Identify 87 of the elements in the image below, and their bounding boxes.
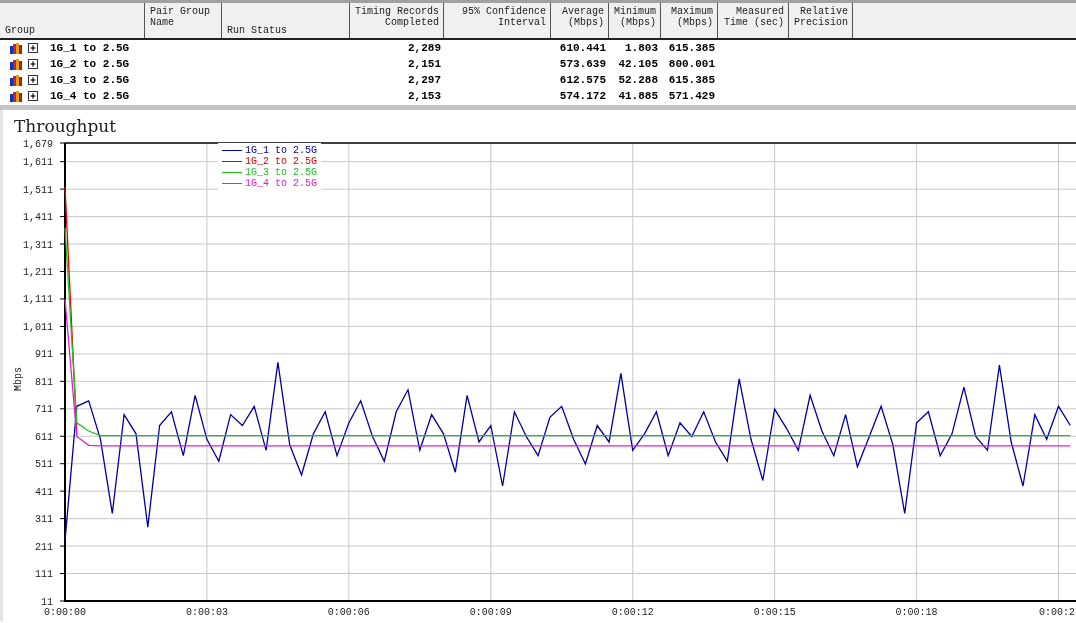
table-cell: 573.639 <box>559 58 606 70</box>
y-tick-label: 511 <box>35 459 53 471</box>
y-tick-label: 1,311 <box>23 239 53 251</box>
y-tick-label: 111 <box>35 569 53 581</box>
table-cell: 800.001 <box>668 58 715 70</box>
y-tick-label: 1,411 <box>23 212 53 224</box>
x-tick-label: 0:00:03 <box>185 607 228 618</box>
column-header[interactable]: Average (Mbps) <box>556 6 604 28</box>
x-tick-label: 0:00:12 <box>611 607 654 618</box>
legend-label: 1G_1 to 2.5G <box>245 145 317 156</box>
table-cell: 52.288 <box>618 74 658 86</box>
table-cell: 612.575 <box>559 74 606 86</box>
table-cell: 42.105 <box>618 58 658 70</box>
table-cell: 615.385 <box>668 42 715 54</box>
y-tick <box>59 161 66 163</box>
column-header[interactable]: Minimum (Mbps) <box>614 6 656 28</box>
y-tick <box>59 408 66 410</box>
y-tick <box>59 271 66 272</box>
y-tick <box>59 325 66 327</box>
x-tick-label: 0:00:09 <box>469 607 512 618</box>
y-tick <box>59 600 66 602</box>
y-tick-label: 1,111 <box>23 294 53 306</box>
y-tick-label: 311 <box>35 514 53 526</box>
y-tick-label: 811 <box>35 376 53 388</box>
column-header[interactable]: Relative Precision <box>794 6 848 28</box>
y-tick <box>59 573 66 575</box>
y-tick <box>59 188 66 190</box>
y-tick <box>59 380 66 382</box>
y-tick <box>59 435 66 437</box>
table-cell: 610.441 <box>559 42 606 54</box>
legend-label: 1G_2 to 2.5G <box>245 156 317 167</box>
y-tick <box>59 518 66 520</box>
table-cell: 2,151 <box>408 58 441 70</box>
table-cell: 615.385 <box>668 74 715 86</box>
x-tick-label: 0:00:2 <box>1039 607 1075 618</box>
y-tick-label: 11 <box>41 596 53 608</box>
expand-icon[interactable] <box>28 91 38 101</box>
y-tick <box>59 490 66 492</box>
group-name: 1G_4 to 2.5G <box>50 90 130 102</box>
group-name: 1G_2 to 2.5G <box>50 58 130 70</box>
expand-icon[interactable] <box>28 43 38 53</box>
table-cell: 574.172 <box>559 90 606 102</box>
x-tick-label: 0:00:06 <box>327 607 370 618</box>
table-cell: 2,297 <box>408 74 441 86</box>
expand-icon[interactable] <box>28 59 38 69</box>
table-cell: 1.803 <box>625 42 658 54</box>
column-header[interactable]: Timing Records Completed <box>355 6 439 28</box>
y-tick <box>59 353 66 355</box>
y-tick-label: 1,011 <box>23 321 53 333</box>
y-tick-label: 1,211 <box>23 267 53 278</box>
table-cell: 2,153 <box>408 90 441 102</box>
expand-icon[interactable] <box>28 75 38 85</box>
column-header[interactable]: Measured Time (sec) <box>723 6 784 28</box>
column-header[interactable]: Maximum (Mbps) <box>666 6 713 28</box>
y-tick <box>59 463 66 465</box>
chart-title: Throughput <box>14 116 117 136</box>
y-tick-label: 211 <box>35 541 53 553</box>
x-tick-label: 0:00:15 <box>753 607 796 618</box>
column-header[interactable]: Pair Group Name <box>150 6 217 28</box>
bar-chart-icon <box>10 90 22 102</box>
y-tick-label: 911 <box>35 349 53 361</box>
group-name: 1G_3 to 2.5G <box>50 74 130 86</box>
table-cell: 41.885 <box>618 90 658 102</box>
y-tick-label: 611 <box>35 431 53 443</box>
table-cell: 571.429 <box>668 90 715 102</box>
x-tick-label: 0:00:18 <box>895 607 938 618</box>
y-tick-label: 1,511 <box>23 184 53 196</box>
y-tick <box>59 298 66 300</box>
column-header[interactable]: Run Status <box>227 25 287 36</box>
legend-label: 1G_4 to 2.5G <box>245 178 317 189</box>
bar-chart-icon <box>10 58 22 70</box>
y-tick <box>59 243 66 245</box>
group-name: 1G_1 to 2.5G <box>50 42 130 54</box>
y-tick-label: 411 <box>35 486 53 498</box>
y-tick-label: 711 <box>35 404 53 416</box>
y-axis-label: Mbps <box>13 367 24 391</box>
y-tick-label: 1,611 <box>23 157 53 169</box>
y-tick-label: 1,679 <box>23 138 53 150</box>
bar-chart-icon <box>10 42 22 54</box>
column-header[interactable]: Group <box>5 25 35 36</box>
legend-label: 1G_3 to 2.5G <box>245 167 317 178</box>
x-tick-label: 0:00:00 <box>44 607 86 618</box>
table-cell: 2,289 <box>408 42 441 54</box>
y-tick <box>59 216 66 218</box>
y-tick <box>59 545 66 547</box>
column-header[interactable]: 95% Confidence Interval <box>449 6 546 28</box>
bar-chart-icon <box>10 74 22 86</box>
